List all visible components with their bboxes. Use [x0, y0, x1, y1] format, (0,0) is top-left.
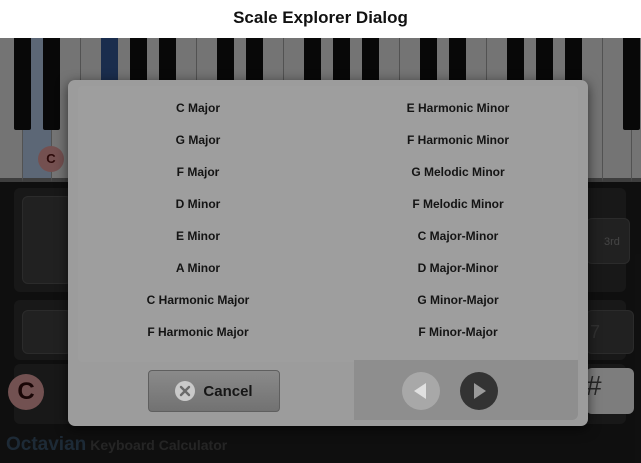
- dialog-footer-right: [354, 360, 578, 420]
- next-page-button[interactable]: [460, 372, 498, 410]
- scale-item-left[interactable]: C Harmonic Major: [88, 289, 308, 311]
- scale-item-right[interactable]: C Major-Minor: [348, 225, 568, 247]
- cancel-button[interactable]: Cancel: [148, 370, 280, 412]
- scale-item-right[interactable]: D Major-Minor: [348, 257, 568, 279]
- dialog-footer-left: Cancel: [78, 362, 354, 418]
- prev-page-button[interactable]: [402, 372, 440, 410]
- scale-item-right[interactable]: E Harmonic Minor: [348, 97, 568, 119]
- scale-item-right[interactable]: F Harmonic Minor: [348, 129, 568, 151]
- scale-item-left[interactable]: E Minor: [88, 225, 308, 247]
- triangle-right-icon: [474, 383, 486, 399]
- scale-item-left[interactable]: F Major: [88, 161, 308, 183]
- close-circle-icon: [175, 381, 196, 401]
- scale-item-right[interactable]: G Minor-Major: [348, 289, 568, 311]
- triangle-left-icon: [414, 383, 426, 399]
- scale-item-left[interactable]: A Minor: [88, 257, 308, 279]
- scale-item-left[interactable]: C Major: [88, 97, 308, 119]
- scale-explorer-dialog: C Major G Major F Major D Minor E Minor A Min…: [68, 80, 588, 426]
- cancel-label: Cancel: [203, 382, 253, 400]
- scale-item-right[interactable]: G Melodic Minor: [348, 161, 568, 183]
- scale-list: C Major G Major F Major D Minor E Minor A Min…: [78, 86, 578, 362]
- scale-item-left[interactable]: G Major: [88, 129, 308, 151]
- scale-item-left[interactable]: F Harmonic Major: [88, 321, 308, 343]
- scale-item-right[interactable]: F Melodic Minor: [348, 193, 568, 215]
- scale-item-right[interactable]: F Minor-Major: [348, 321, 568, 343]
- scale-item-left[interactable]: D Minor: [88, 193, 308, 215]
- page-title: Scale Explorer Dialog: [233, 8, 408, 27]
